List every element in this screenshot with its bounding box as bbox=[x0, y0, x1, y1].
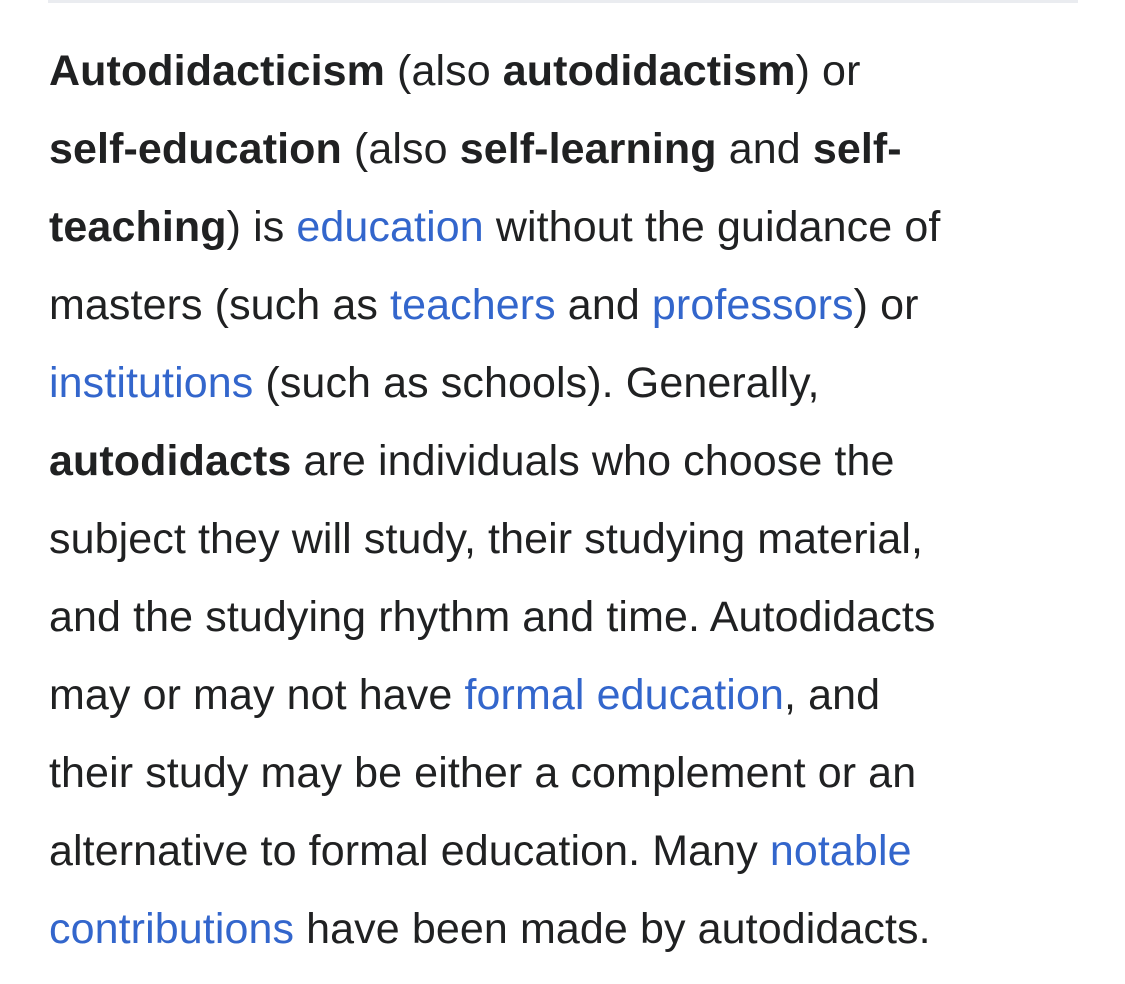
bold-term-self-education: self-education bbox=[49, 125, 342, 173]
text-segment: , and bbox=[783, 671, 881, 719]
text-segment: ) or bbox=[853, 281, 919, 329]
link-teachers[interactable]: teachers bbox=[390, 281, 556, 329]
paragraph-line-9: may or may not have formal education, an… bbox=[49, 656, 1089, 734]
text-segment: masters (such as bbox=[49, 281, 391, 329]
text-segment: have been made by autodidacts. bbox=[294, 905, 931, 953]
text-segment: their study may be either a complement o… bbox=[49, 749, 917, 797]
text-segment: subject they will study, their studying … bbox=[49, 515, 924, 563]
bold-term-autodidacticism: Autodidacticism bbox=[49, 47, 385, 95]
link-institutions[interactable]: institutions bbox=[49, 359, 253, 407]
text-segment: and bbox=[716, 125, 813, 173]
paragraph-line-7: subject they will study, their studying … bbox=[49, 500, 1089, 578]
link-formal-education[interactable]: formal education bbox=[464, 671, 784, 719]
text-segment: without the guidance of bbox=[483, 203, 941, 251]
bold-term-self-teaching-part1: self- bbox=[812, 125, 902, 173]
text-segment: ) or bbox=[795, 47, 861, 95]
text-segment: (also bbox=[385, 47, 503, 95]
text-segment: (such as schools). Generally, bbox=[253, 359, 820, 407]
text-segment: may or may not have bbox=[49, 671, 465, 719]
bold-term-self-teaching-part2: teaching bbox=[49, 203, 227, 251]
text-segment: ) is bbox=[226, 203, 297, 251]
paragraph-line-6: autodidacts are individuals who choose t… bbox=[49, 422, 1089, 500]
article-paragraph: Autodidacticism (also autodidactism) or … bbox=[49, 32, 1089, 968]
text-segment: (also bbox=[341, 125, 460, 173]
link-professors[interactable]: professors bbox=[652, 281, 854, 329]
link-notable-contributions-part1[interactable]: notable bbox=[770, 827, 912, 875]
paragraph-line-11: alternative to formal education. Many no… bbox=[49, 812, 1089, 890]
paragraph-line-10: their study may be either a complement o… bbox=[49, 734, 1089, 812]
bold-term-self-learning: self-learning bbox=[459, 125, 717, 173]
link-education[interactable]: education bbox=[296, 203, 483, 251]
paragraph-line-1: Autodidacticism (also autodidactism) or bbox=[49, 32, 1089, 110]
paragraph-line-8: and the studying rhythm and time. Autodi… bbox=[49, 578, 1089, 656]
bold-term-autodidacts: autodidacts bbox=[49, 437, 292, 485]
text-segment: and bbox=[555, 281, 652, 329]
paragraph-line-5: institutions (such as schools). Generall… bbox=[49, 344, 1089, 422]
section-divider bbox=[48, 0, 1078, 3]
text-segment: alternative to formal education. Many bbox=[49, 827, 770, 875]
paragraph-line-3: teaching) is education without the guida… bbox=[49, 188, 1089, 266]
bold-term-autodidactism: autodidactism bbox=[502, 47, 796, 95]
link-notable-contributions-part2[interactable]: contributions bbox=[49, 905, 294, 953]
text-segment: are individuals who choose the bbox=[291, 437, 895, 485]
paragraph-line-4: masters (such as teachers and professors… bbox=[49, 266, 1089, 344]
text-segment: and the studying rhythm and time. Autodi… bbox=[49, 593, 936, 641]
paragraph-line-2: self-education (also self-learning and s… bbox=[49, 110, 1089, 188]
paragraph-line-12: contributions have been made by autodida… bbox=[49, 890, 1089, 968]
article-page: Autodidacticism (also autodidactism) or … bbox=[0, 0, 1125, 984]
